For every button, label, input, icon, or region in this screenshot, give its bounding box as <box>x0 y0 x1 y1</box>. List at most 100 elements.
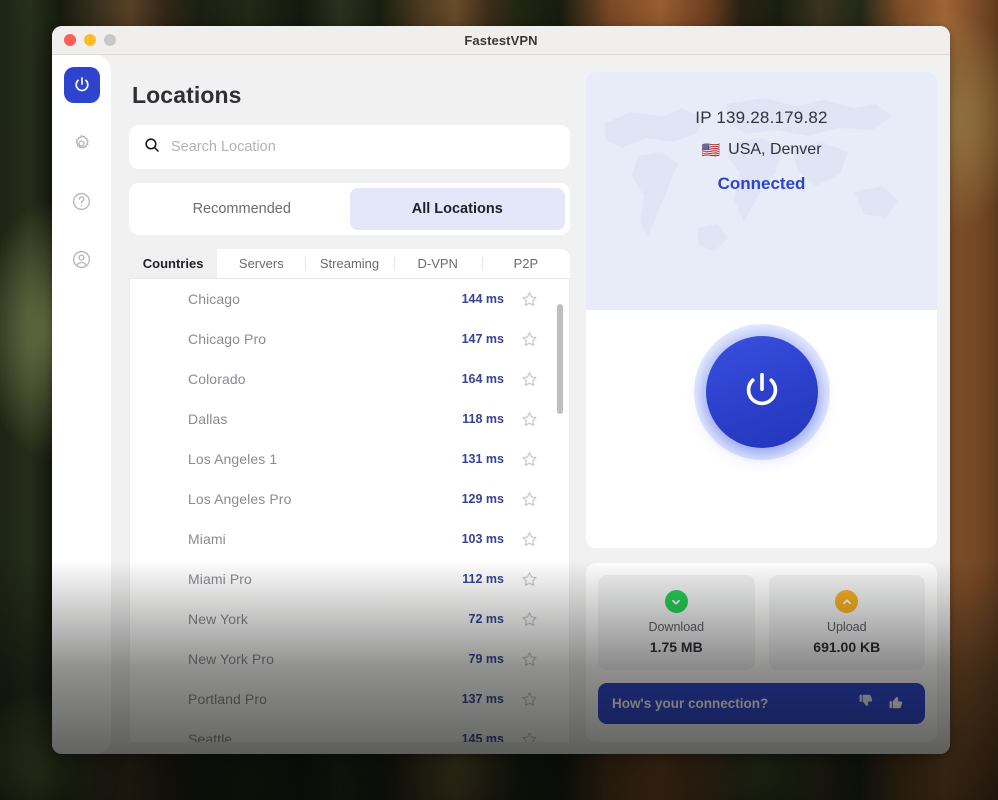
star-icon[interactable] <box>520 650 539 669</box>
star-icon[interactable] <box>520 450 539 469</box>
location-latency: 131 ms <box>461 452 504 466</box>
location-row[interactable]: Miami Pro 112 ms <box>130 559 569 599</box>
location-latency: 79 ms <box>468 652 504 666</box>
thumbs-up-button[interactable] <box>881 691 911 717</box>
traffic-stats-row: Download 1.75 MB Upload 691.00 KB <box>598 575 925 670</box>
sidebar-item-power[interactable] <box>63 67 100 103</box>
star-icon[interactable] <box>520 370 539 389</box>
location-name: New York <box>188 611 248 627</box>
list-scrollbar-thumb[interactable] <box>557 304 563 414</box>
location-latency: 118 ms <box>462 412 504 426</box>
feedback-prompt: How's your connection? <box>612 696 769 711</box>
power-icon <box>72 75 92 95</box>
search-location-box[interactable] <box>129 125 570 169</box>
locations-list-scroll[interactable]: Chicago 144 ms Chicago Pro 147 ms Colorado 16… <box>129 279 570 742</box>
ip-address: IP 139.28.179.82 <box>695 108 828 127</box>
star-icon[interactable] <box>520 330 539 349</box>
star-icon[interactable] <box>520 290 539 309</box>
location-row[interactable]: Dallas 118 ms <box>130 399 569 439</box>
location-row[interactable]: Colorado 164 ms <box>130 359 569 399</box>
thumbs-down-button[interactable] <box>851 691 881 717</box>
location-name: Miami <box>188 531 226 547</box>
location-latency: 147 ms <box>461 332 504 346</box>
connection-feedback-bar: How's your connection? <box>598 683 925 724</box>
location-latency: 112 ms <box>462 572 504 586</box>
list-scrollbar-track[interactable] <box>557 279 563 742</box>
location-name: Miami Pro <box>188 571 252 587</box>
locations-list: Chicago 144 ms Chicago Pro 147 ms Colorado 16… <box>130 279 569 742</box>
location-row[interactable]: New York Pro 79 ms <box>130 639 569 679</box>
location-name: Dallas <box>188 411 228 427</box>
tab-servers[interactable]: Servers <box>217 249 305 278</box>
locations-list-card: Countries Servers Streaming D-VPN P2P Ch… <box>129 249 570 742</box>
status-column: IP 139.28.179.82 🇺🇸 USA, Denver Connecte… <box>586 65 937 742</box>
chevron-down-icon <box>664 590 688 613</box>
window-body: Locations Recommended All Locations <box>52 55 950 754</box>
star-icon[interactable] <box>520 570 539 589</box>
power-icon <box>739 367 785 418</box>
location-latency: 145 ms <box>461 732 504 742</box>
location-name: New York Pro <box>188 651 275 667</box>
upload-label: Upload <box>826 620 867 634</box>
traffic-stats-card: Download 1.75 MB Upload 691.00 KB How's … <box>586 563 937 742</box>
location-row[interactable]: Chicago 144 ms <box>130 279 569 319</box>
locations-column: Locations Recommended All Locations <box>129 65 570 742</box>
download-label: Download <box>648 620 705 634</box>
star-icon[interactable] <box>520 730 539 742</box>
connect-power-button[interactable] <box>705 336 818 448</box>
segment-recommended[interactable]: Recommended <box>134 188 350 230</box>
location-name: Seattle <box>188 731 233 742</box>
connection-status-card: IP 139.28.179.82 🇺🇸 USA, Denver Connecte… <box>586 72 937 548</box>
location-row[interactable]: Los Angeles Pro 129 ms <box>130 479 569 519</box>
location-latency: 103 ms <box>461 532 504 546</box>
location-name: Chicago Pro <box>188 331 267 347</box>
locations-segmented-control: Recommended All Locations <box>129 183 570 235</box>
location-row[interactable]: New York 72 ms <box>130 599 569 639</box>
tab-countries[interactable]: Countries <box>129 249 218 278</box>
search-input[interactable] <box>171 139 556 155</box>
sidebar <box>52 55 111 754</box>
location-row[interactable]: Los Angeles 1 131 ms <box>130 439 569 479</box>
sidebar-item-settings[interactable] <box>64 125 100 161</box>
location-latency: 144 ms <box>461 292 504 306</box>
location-row[interactable]: Portland Pro 137 ms <box>130 679 569 719</box>
location-row[interactable]: Seattle 145 ms <box>130 719 569 742</box>
location-latency: 129 ms <box>461 492 504 506</box>
user-circle-icon <box>71 249 92 270</box>
server-location-label: USA, Denver <box>728 141 822 158</box>
desktop-wallpaper: FastestVPN Locations Search Location Rec… <box>0 0 998 800</box>
location-latency: 72 ms <box>468 612 504 626</box>
location-row[interactable]: Chicago Pro 147 ms <box>130 319 569 359</box>
star-icon[interactable] <box>520 530 539 549</box>
location-latency: 164 ms <box>461 372 504 386</box>
connection-state-label: Connected <box>717 174 806 193</box>
tab-p2p[interactable]: P2P <box>481 249 570 278</box>
gear-icon <box>71 133 92 154</box>
location-name: Chicago <box>188 291 241 307</box>
location-name: Los Angeles 1 <box>188 451 278 467</box>
segment-all-locations[interactable]: All Locations <box>349 188 565 230</box>
star-icon[interactable] <box>520 490 539 509</box>
star-icon[interactable] <box>520 610 539 629</box>
sidebar-item-help[interactable] <box>64 183 100 219</box>
chevron-up-icon <box>835 590 859 613</box>
tab-streaming[interactable]: Streaming <box>305 249 393 278</box>
location-name: Portland Pro <box>188 691 268 707</box>
location-row[interactable]: Miami 103 ms <box>130 519 569 559</box>
tab-dvpn[interactable]: D-VPN <box>393 249 482 278</box>
upload-value: 691.00 KB <box>813 639 881 655</box>
fastestvpn-window: FastestVPN Locations Search Location Rec… <box>52 26 950 754</box>
search-icon <box>143 136 161 159</box>
download-tile: Download 1.75 MB <box>598 575 755 670</box>
window-titlebar: FastestVPN <box>52 26 950 55</box>
main-content: Locations Recommended All Locations <box>111 55 950 754</box>
server-location: 🇺🇸 USA, Denver <box>586 141 937 159</box>
star-icon[interactable] <box>520 410 539 429</box>
star-icon[interactable] <box>520 690 539 709</box>
upload-tile: Upload 691.00 KB <box>768 575 925 670</box>
connection-status-text: IP 139.28.179.82 🇺🇸 USA, Denver Connecte… <box>586 72 937 194</box>
thumbs-up-icon <box>887 692 906 716</box>
page-title: Locations <box>132 82 242 108</box>
sidebar-item-account[interactable] <box>64 241 100 277</box>
question-circle-icon <box>71 191 92 212</box>
